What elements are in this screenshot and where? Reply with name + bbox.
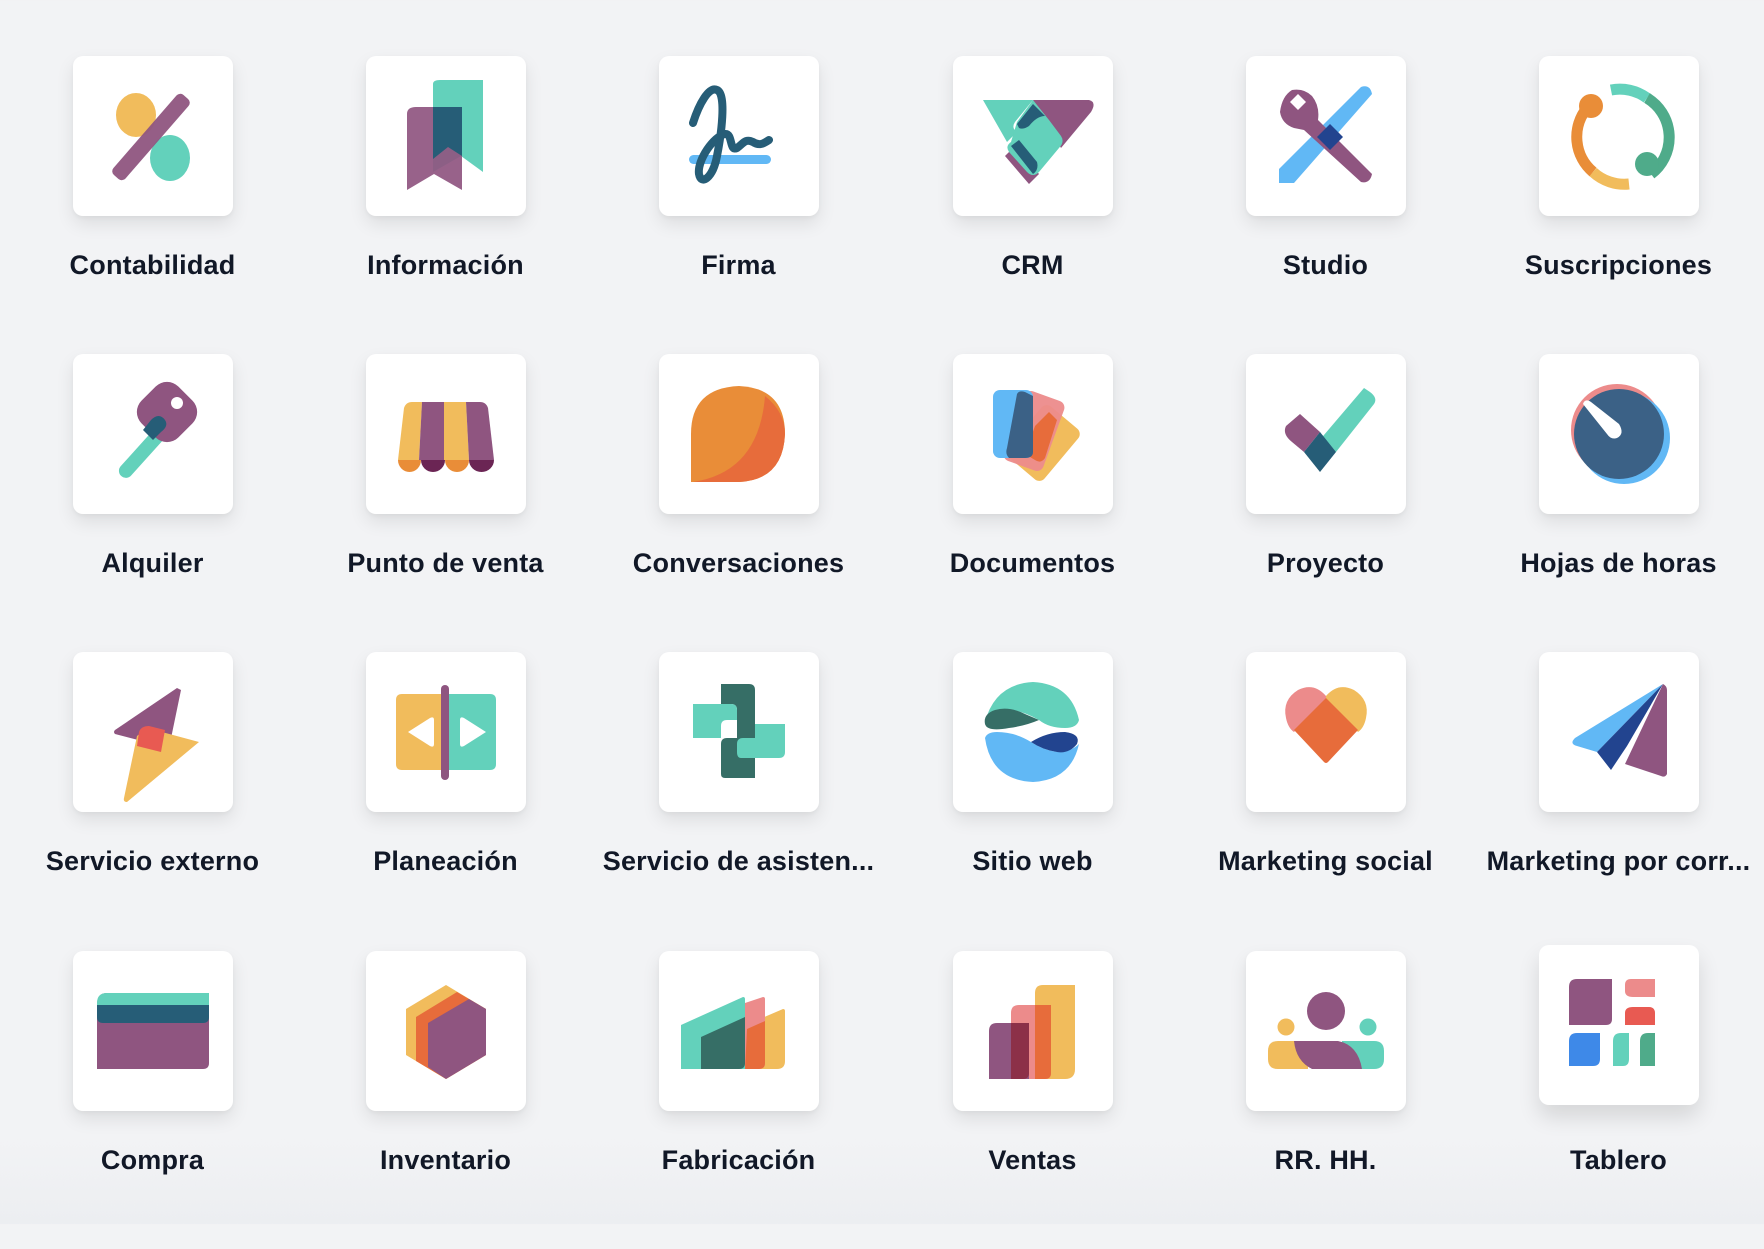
app-tile[interactable] bbox=[365, 56, 526, 216]
knowledge-icon bbox=[406, 80, 483, 190]
app-tile[interactable] bbox=[952, 354, 1113, 514]
app-label: Información bbox=[367, 250, 524, 280]
app-documents[interactable]: Documentos bbox=[886, 354, 1179, 652]
app-tile[interactable] bbox=[658, 652, 819, 812]
app-label: Hojas de horas bbox=[1520, 548, 1717, 578]
website-icon bbox=[984, 682, 1079, 782]
app-label: Conversaciones bbox=[632, 548, 845, 578]
app-crm[interactable]: CRM bbox=[886, 56, 1179, 354]
app-tile[interactable] bbox=[952, 652, 1113, 812]
app-tile[interactable] bbox=[72, 354, 233, 514]
app-tile[interactable] bbox=[1538, 945, 1699, 1105]
subscriptions-icon bbox=[1570, 83, 1675, 190]
app-label: Studio bbox=[1282, 250, 1369, 280]
app-manufacturing[interactable]: Fabricación bbox=[592, 951, 885, 1249]
crm-icon bbox=[982, 100, 1094, 184]
app-email-marketing[interactable]: Marketing por corr... bbox=[1472, 652, 1764, 950]
app-tile[interactable] bbox=[658, 354, 819, 514]
app-tile[interactable] bbox=[952, 951, 1113, 1111]
app-rental[interactable]: Alquiler bbox=[6, 354, 299, 652]
app-tile[interactable] bbox=[952, 56, 1113, 216]
app-label: Documentos bbox=[949, 548, 1116, 578]
app-label: Suscripciones bbox=[1524, 250, 1713, 280]
app-dashboards[interactable]: Tablero bbox=[1472, 945, 1764, 1249]
purchase-icon bbox=[96, 993, 209, 1069]
employees-icon bbox=[1267, 992, 1384, 1069]
app-tile[interactable] bbox=[72, 652, 233, 812]
timesheets-icon bbox=[1570, 384, 1670, 484]
accounting-icon bbox=[111, 93, 190, 181]
dashboards-icon bbox=[1568, 979, 1655, 1066]
app-label: Proyecto bbox=[1266, 548, 1385, 578]
inventory-icon bbox=[405, 985, 486, 1079]
app-tile[interactable] bbox=[365, 652, 526, 812]
app-label: RR. HH. bbox=[1274, 1145, 1377, 1175]
planning-icon bbox=[395, 685, 496, 780]
app-label: Firma bbox=[701, 250, 776, 280]
app-label: Marketing social bbox=[1218, 846, 1433, 876]
app-knowledge[interactable]: Información bbox=[299, 56, 592, 354]
app-project[interactable]: Proyecto bbox=[1179, 354, 1472, 652]
app-purchase[interactable]: Compra bbox=[6, 951, 299, 1249]
rental-icon bbox=[118, 381, 197, 478]
social-marketing-icon bbox=[1284, 687, 1367, 763]
app-grid: Contabilidad Información Firma CRM Studi… bbox=[0, 0, 1764, 1224]
app-label: Punto de venta bbox=[347, 548, 544, 578]
manufacturing-icon bbox=[680, 997, 785, 1069]
app-label: Marketing por corr... bbox=[1486, 846, 1751, 876]
app-label: Contabilidad bbox=[69, 250, 236, 280]
sign-icon bbox=[688, 85, 773, 184]
app-tile[interactable] bbox=[365, 354, 526, 514]
app-helpdesk[interactable]: Servicio de asisten... bbox=[592, 652, 885, 950]
studio-icon bbox=[1278, 86, 1372, 183]
field-service-icon bbox=[113, 688, 199, 802]
app-label: Ventas bbox=[988, 1145, 1077, 1175]
app-tile[interactable] bbox=[365, 951, 526, 1111]
app-tile[interactable] bbox=[658, 56, 819, 216]
app-inventory[interactable]: Inventario bbox=[299, 951, 592, 1249]
app-label: Compra bbox=[100, 1145, 205, 1175]
app-tile[interactable] bbox=[72, 951, 233, 1111]
app-point-of-sale[interactable]: Punto de venta bbox=[299, 354, 592, 652]
app-subscriptions[interactable]: Suscripciones bbox=[1472, 56, 1764, 354]
app-sign[interactable]: Firma bbox=[592, 56, 885, 354]
app-tile[interactable] bbox=[658, 951, 819, 1111]
discuss-icon bbox=[690, 386, 785, 482]
app-label: Planeación bbox=[373, 846, 518, 876]
app-studio[interactable]: Studio bbox=[1179, 56, 1472, 354]
app-label: Inventario bbox=[379, 1145, 512, 1175]
app-tile[interactable] bbox=[1245, 354, 1406, 514]
point-of-sale-icon bbox=[397, 402, 494, 472]
app-tile[interactable] bbox=[1245, 951, 1406, 1111]
sales-icon bbox=[988, 985, 1075, 1079]
app-tile[interactable] bbox=[72, 56, 233, 216]
helpdesk-icon bbox=[692, 684, 785, 778]
app-social-marketing[interactable]: Marketing social bbox=[1179, 652, 1472, 950]
app-employees[interactable]: RR. HH. bbox=[1179, 951, 1472, 1249]
app-website[interactable]: Sitio web bbox=[886, 652, 1179, 950]
project-icon bbox=[1284, 388, 1375, 472]
email-marketing-icon bbox=[1571, 684, 1667, 777]
app-label: Servicio de asisten... bbox=[602, 846, 875, 876]
app-tile[interactable] bbox=[1245, 56, 1406, 216]
app-planning[interactable]: Planeación bbox=[299, 652, 592, 950]
app-label: Servicio externo bbox=[45, 846, 260, 876]
app-tile[interactable] bbox=[1245, 652, 1406, 812]
app-tile[interactable] bbox=[1538, 354, 1699, 514]
app-field-service[interactable]: Servicio externo bbox=[6, 652, 299, 950]
app-label: Sitio web bbox=[972, 846, 1093, 876]
app-discuss[interactable]: Conversaciones bbox=[592, 354, 885, 652]
app-label: Tablero bbox=[1570, 1145, 1667, 1175]
app-tile[interactable] bbox=[1538, 652, 1699, 812]
documents-icon bbox=[992, 390, 1080, 481]
app-timesheets[interactable]: Hojas de horas bbox=[1472, 354, 1764, 652]
app-label: CRM bbox=[1001, 250, 1064, 280]
app-accounting[interactable]: Contabilidad bbox=[6, 56, 299, 354]
app-label: Alquiler bbox=[101, 548, 204, 578]
app-label: Fabricación bbox=[661, 1145, 816, 1175]
app-sales[interactable]: Ventas bbox=[886, 951, 1179, 1249]
app-tile[interactable] bbox=[1538, 56, 1699, 216]
